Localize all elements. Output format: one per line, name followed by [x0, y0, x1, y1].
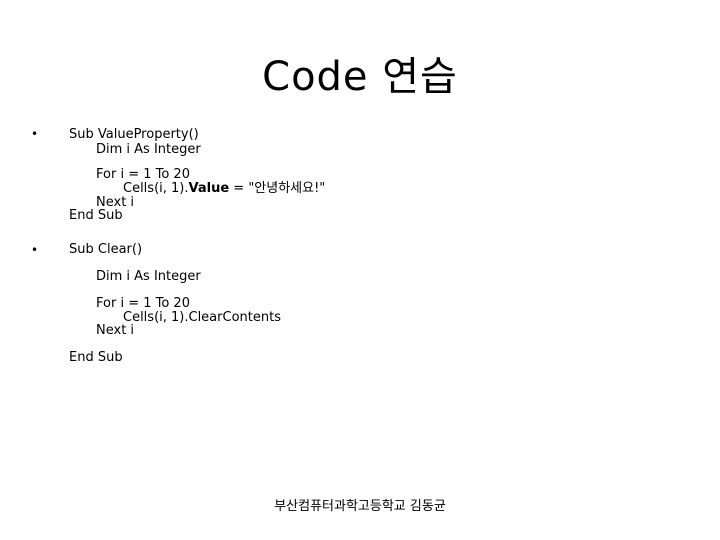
code-line: Cells(i, 1).ClearContents	[123, 310, 281, 325]
code-keyword-value: Value	[188, 181, 230, 196]
code-text: Cells(i, 1).	[123, 181, 189, 196]
code-line: Sub Clear()	[69, 242, 143, 257]
code-line: Dim i As Integer	[96, 142, 201, 157]
code-text: = "안녕하세요!"	[229, 181, 326, 196]
code-line: For i = 1 To 20	[96, 296, 190, 311]
bullet-icon: •	[31, 127, 39, 141]
code-line: End Sub	[69, 350, 123, 365]
slide-title: Code 연습	[262, 54, 458, 100]
slide-footer: 부산컴퓨터과학고등학교 김동균	[274, 499, 446, 514]
code-line: End Sub	[69, 208, 123, 223]
bullet-icon: •	[31, 243, 39, 257]
code-line: Next i	[96, 323, 135, 338]
code-line: For i = 1 To 20	[96, 167, 190, 182]
code-line: Sub ValueProperty()	[69, 127, 199, 142]
code-line-cells-value: Cells(i, 1).Value = "안녕하세요!"	[123, 182, 325, 196]
code-line: Dim i As Integer	[96, 269, 201, 284]
